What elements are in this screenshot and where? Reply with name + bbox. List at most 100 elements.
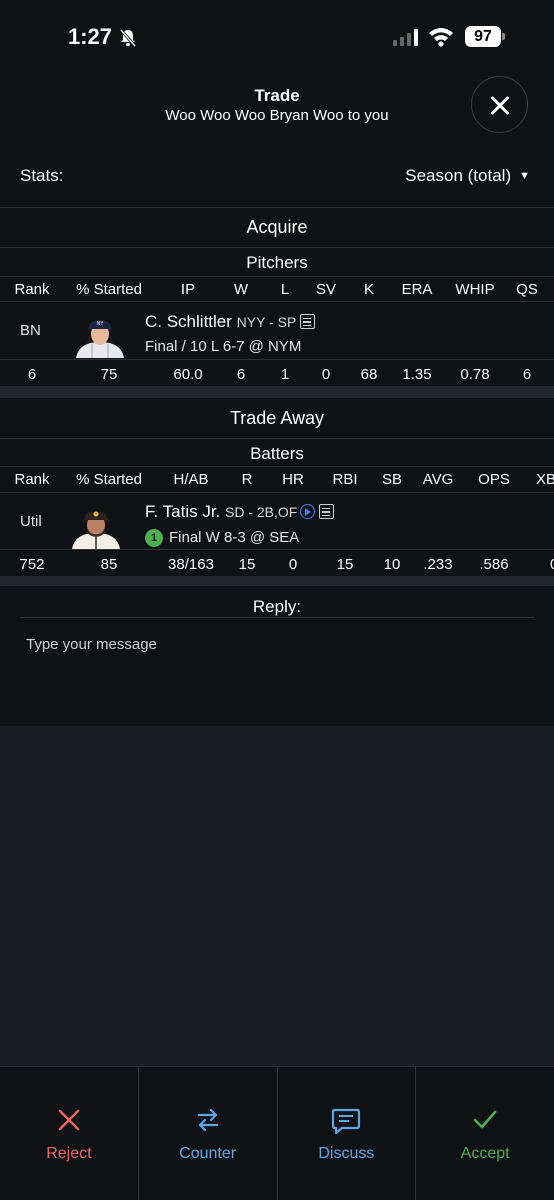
player-name[interactable]: C. Schlittler: [145, 312, 232, 331]
col-ops[interactable]: OPS: [468, 471, 520, 488]
stat-w: 6: [236, 366, 246, 383]
player-team-pos: SD - 2B,OF: [225, 504, 298, 520]
roster-slot: BN: [20, 322, 41, 339]
pitchers-title: Pitchers: [246, 253, 308, 272]
message-input[interactable]: [14, 628, 540, 716]
player-row[interactable]: C. Schlittler NYY - SP: [145, 312, 316, 332]
game-status: Final W 8-3 @ SEA: [169, 529, 300, 546]
cell-signal-icon: [393, 28, 418, 46]
divider: [20, 617, 534, 618]
col-sb[interactable]: SB: [372, 471, 412, 488]
reject-label: Reject: [46, 1145, 92, 1162]
divider: [0, 276, 554, 277]
stat-r: 15: [238, 556, 256, 573]
notes-icon[interactable]: [319, 504, 335, 519]
stat-rbi: 15: [336, 556, 354, 573]
accept-button[interactable]: Accept: [415, 1067, 554, 1200]
swap-arrows-icon: [197, 1108, 218, 1132]
col-qs[interactable]: QS: [510, 281, 544, 298]
col-pct-started[interactable]: % Started: [64, 281, 154, 298]
stat-hr: 0: [288, 556, 298, 573]
divider: [0, 359, 554, 360]
checkmark-icon: [473, 1110, 497, 1129]
player-team-pos: NYY - SP: [236, 314, 297, 330]
col-era[interactable]: ERA: [393, 281, 441, 298]
stat-sv: 0: [321, 366, 331, 383]
stat-qs: 6: [522, 366, 532, 383]
col-l[interactable]: L: [266, 281, 304, 298]
stat-ops: .586: [479, 556, 509, 573]
chevron-down-icon: ▼: [519, 170, 530, 182]
col-pct-started[interactable]: % Started: [64, 471, 154, 488]
play-icon[interactable]: [300, 504, 316, 519]
divider: [0, 549, 554, 550]
section-separator: [0, 386, 554, 398]
stat-ip: 60.0: [173, 366, 203, 383]
col-k[interactable]: K: [350, 281, 388, 298]
col-rank[interactable]: Rank: [0, 471, 64, 488]
game-badge: 1: [145, 529, 163, 547]
stat-rank: 752: [19, 556, 45, 573]
battery-tip: [502, 33, 505, 40]
roster-slot: Util: [20, 513, 42, 530]
col-whip[interactable]: WHIP: [447, 281, 503, 298]
col-r[interactable]: R: [228, 471, 266, 488]
col-sv[interactable]: SV: [306, 281, 346, 298]
stat-pct-started: 75: [100, 366, 118, 383]
wifi-icon: [429, 28, 453, 47]
col-h-ab[interactable]: H/AB: [160, 471, 222, 488]
col-w[interactable]: W: [222, 281, 260, 298]
trade-away-title: Trade Away: [229, 408, 325, 428]
action-bar: Reject Counter Discuss Accept: [0, 1066, 554, 1200]
divider: [0, 301, 554, 302]
section-separator: [0, 576, 554, 586]
acquire-title: Acquire: [246, 217, 308, 237]
reply-label: Reply:: [252, 597, 302, 616]
counter-label: Counter: [179, 1145, 237, 1162]
stat-avg: .233: [423, 556, 453, 573]
notes-icon[interactable]: [300, 314, 316, 329]
player-avatar: [72, 511, 120, 549]
clock: 1:27: [68, 24, 113, 49]
status-bar: 1:27 97: [0, 0, 554, 70]
player-avatar: NY: [76, 320, 124, 358]
game-status: Final / 10 L 6-7 @ NYM: [145, 338, 302, 355]
silent-bell-icon: [119, 29, 137, 47]
col-rank[interactable]: Rank: [0, 281, 64, 298]
counter-button[interactable]: Counter: [137, 1067, 277, 1200]
player-name[interactable]: F. Tatis Jr.: [145, 502, 220, 521]
stat-k: 68: [360, 366, 378, 383]
stat-rank: 6: [27, 366, 37, 383]
stat-h-ab: 38/163: [168, 556, 214, 573]
col-ip[interactable]: IP: [162, 281, 214, 298]
x-icon: [58, 1109, 80, 1131]
accept-label: Accept: [460, 1145, 510, 1162]
battery-level: 97: [465, 26, 501, 47]
discuss-button[interactable]: Discuss: [276, 1067, 416, 1200]
period-dropdown[interactable]: Season (total) ▼: [405, 166, 530, 186]
stat-l: 1: [280, 366, 290, 383]
period-value: Season (total): [405, 166, 512, 185]
col-xb[interactable]: XB: [536, 471, 554, 488]
col-hr[interactable]: HR: [272, 471, 314, 488]
stat-xb: 0: [550, 556, 554, 573]
stat-sb: 10: [383, 556, 401, 573]
col-avg[interactable]: AVG: [414, 471, 462, 488]
divider: [0, 247, 554, 248]
divider: [0, 492, 554, 493]
stats-label: Stats:: [20, 166, 64, 185]
stat-whip: 0.78: [460, 366, 490, 383]
discuss-label: Discuss: [318, 1145, 375, 1162]
svg-text:NY: NY: [97, 321, 105, 327]
player-row[interactable]: F. Tatis Jr. SD - 2B,OF: [145, 502, 335, 522]
close-button[interactable]: [471, 76, 528, 133]
batters-title: Batters: [250, 444, 304, 463]
reject-button[interactable]: Reject: [0, 1067, 138, 1200]
col-rbi[interactable]: RBI: [322, 471, 368, 488]
divider: [0, 466, 554, 467]
stat-era: 1.35: [402, 366, 432, 383]
game-status-row: 1 Final W 8-3 @ SEA: [145, 529, 299, 547]
divider: [0, 207, 554, 208]
stat-pct-started: 85: [100, 556, 118, 573]
chat-bubble-icon: [332, 1108, 361, 1135]
